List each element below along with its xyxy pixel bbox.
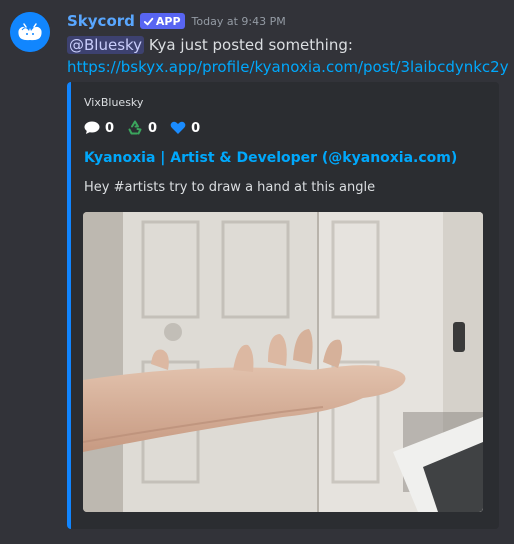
reposts-count: 0 — [148, 120, 158, 136]
replies-stat: 0 — [84, 121, 114, 136]
embed-description: Hey #artists try to draw a hand at this … — [84, 180, 376, 195]
butterfly-cloud-avatar-icon — [10, 12, 50, 52]
message-timestamp: Today at 9:43 PM — [191, 14, 286, 28]
message-header: Skycord APP Today at 9:43 PM — [67, 11, 286, 31]
message-text: Kya just posted something: — [144, 36, 353, 54]
embed-image[interactable] — [83, 212, 483, 512]
replies-count: 0 — [105, 120, 115, 136]
recycle-icon — [128, 120, 142, 135]
mention-bluesky[interactable]: @Bluesky — [67, 36, 145, 54]
link-embed: VixBluesky 0 0 0 Kyanoxia | Artist & Dev… — [67, 82, 499, 529]
checkmark-icon — [143, 17, 154, 25]
heart-icon — [170, 121, 186, 134]
author-name[interactable]: Skycord — [67, 12, 135, 30]
avatar[interactable] — [10, 12, 50, 52]
embed-title[interactable]: Kyanoxia | Artist & Developer (@kyanoxia… — [84, 150, 457, 166]
post-link[interactable]: https://bskyx.app/profile/kyanoxia.com/p… — [67, 58, 509, 76]
hand-photo-image — [83, 212, 483, 512]
likes-stat: 0 — [170, 121, 200, 136]
chat-message: Skycord APP Today at 9:43 PM @Bluesky Ky… — [0, 0, 514, 544]
reposts-stat: 0 — [127, 120, 157, 136]
embed-provider: VixBluesky — [84, 96, 144, 109]
message-content: @Bluesky Kya just posted something: http… — [67, 34, 509, 78]
app-badge: APP — [139, 13, 185, 29]
embed-stats: 0 0 0 — [84, 120, 213, 136]
app-badge-label: APP — [155, 14, 181, 28]
likes-count: 0 — [191, 120, 201, 136]
speech-bubble-icon — [84, 121, 100, 134]
